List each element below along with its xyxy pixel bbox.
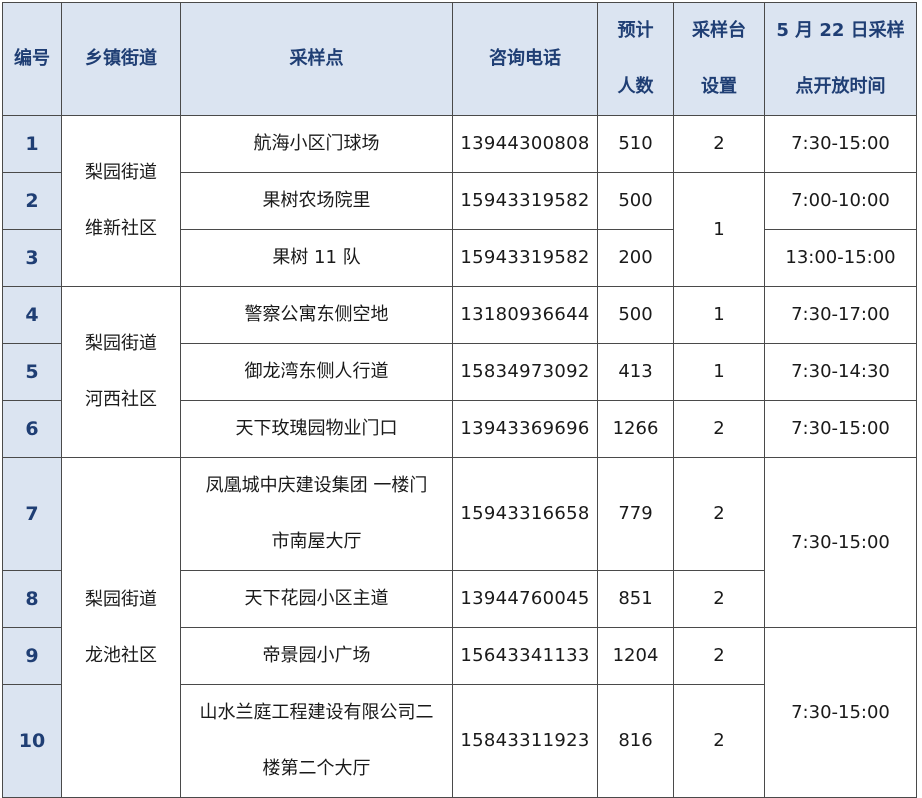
stations-cell: 2 (673, 570, 765, 628)
header-site: 采样点 (180, 2, 453, 116)
table-header-row: 编号 乡镇街道 采样点 咨询电话 预计 人数 采样台 设置 5 月 22 日采样… (2, 2, 917, 116)
row-id: 1 (2, 115, 62, 173)
expected-cell: 500 (597, 286, 674, 344)
street-cell: 梨园街道 龙池社区 (61, 457, 181, 798)
expected-cell: 510 (597, 115, 674, 173)
street-name: 梨园街道 (85, 333, 157, 354)
header-stations: 采样台 设置 (673, 2, 765, 116)
community-name: 维新社区 (85, 218, 157, 239)
row-id: 7 (2, 457, 62, 571)
stations-cell: 2 (673, 457, 765, 571)
site-cell: 凤凰城中庆建设集团 一楼门 市南屋大厅 (180, 457, 453, 571)
hours-cell: 7:30-15:00 (764, 400, 917, 458)
header-hours-line1: 5 月 22 日采样 (776, 20, 905, 41)
stations-cell: 2 (673, 115, 765, 173)
header-hours: 5 月 22 日采样 点开放时间 (764, 2, 917, 116)
table-row: 1 梨园街道 维新社区 航海小区门球场 13944300808 510 2 7:… (2, 115, 917, 287)
site-cell: 天下玫瑰园物业门口 (180, 400, 453, 458)
phone-cell: 13180936644 (452, 286, 598, 344)
phone-cell: 15943319582 (452, 229, 598, 287)
phone-cell: 15943316658 (452, 457, 598, 571)
site-line1: 山水兰庭工程建设有限公司二 (199, 702, 434, 723)
stations-cell: 2 (673, 684, 765, 798)
street-name: 梨园街道 (85, 588, 157, 610)
row-id: 9 (2, 627, 62, 685)
row-id: 2 (2, 172, 62, 230)
phone-cell: 15834973092 (452, 343, 598, 401)
stations-cell: 1 (673, 172, 765, 287)
expected-cell: 851 (597, 570, 674, 628)
hours-cell: 13:00-15:00 (764, 229, 917, 287)
expected-cell: 413 (597, 343, 674, 401)
site-cell: 帝景园小广场 (180, 627, 453, 685)
phone-cell: 15843311923 (452, 684, 598, 798)
row-id: 10 (2, 684, 62, 798)
street-name: 梨园街道 (85, 162, 157, 183)
street-cell: 梨园街道 维新社区 (61, 115, 181, 287)
expected-cell: 200 (597, 229, 674, 287)
header-phone: 咨询电话 (452, 2, 598, 116)
phone-cell: 13944300808 (452, 115, 598, 173)
stations-cell: 1 (673, 286, 765, 344)
header-expected-line2: 人数 (617, 76, 654, 97)
phone-cell: 13943369696 (452, 400, 598, 458)
community-name: 龙池社区 (85, 644, 157, 666)
hours-cell: 7:30-15:00 (764, 115, 917, 173)
stations-cell: 2 (673, 400, 765, 458)
street-cell: 梨园街道 河西社区 (61, 286, 181, 458)
row-id: 5 (2, 343, 62, 401)
hours-cell: 7:30-14:30 (764, 343, 917, 401)
site-cell: 山水兰庭工程建设有限公司二 楼第二个大厅 (180, 684, 453, 798)
site-cell: 航海小区门球场 (180, 115, 453, 173)
header-expected-line1: 预计 (617, 20, 654, 41)
hours-cell: 7:30-15:00 (764, 457, 917, 628)
row-id: 6 (2, 400, 62, 458)
community-name: 河西社区 (85, 389, 157, 410)
row-id: 3 (2, 229, 62, 287)
row-id: 8 (2, 570, 62, 628)
header-stations-line1: 采样台 (692, 20, 746, 41)
sampling-sites-table: 编号 乡镇街道 采样点 咨询电话 预计 人数 采样台 设置 5 月 22 日采样… (2, 2, 917, 798)
phone-cell: 15643341133 (452, 627, 598, 685)
stations-cell: 1 (673, 343, 765, 401)
header-hours-line2: 点开放时间 (795, 76, 886, 97)
site-line2: 市南屋大厅 (271, 531, 362, 552)
table-row: 4 梨园街道 河西社区 警察公寓东侧空地 13180936644 500 1 7… (2, 286, 917, 458)
expected-cell: 1204 (597, 627, 674, 685)
site-cell: 御龙湾东侧人行道 (180, 343, 453, 401)
hours-cell: 7:30-15:00 (764, 627, 917, 798)
site-cell: 天下花园小区主道 (180, 570, 453, 628)
stations-cell: 2 (673, 627, 765, 685)
expected-cell: 779 (597, 457, 674, 571)
hours-cell: 7:00-10:00 (764, 172, 917, 230)
expected-cell: 500 (597, 172, 674, 230)
header-expected: 预计 人数 (597, 2, 674, 116)
phone-cell: 15943319582 (452, 172, 598, 230)
table-row: 7 梨园街道 龙池社区 凤凰城中庆建设集团 一楼门 市南屋大厅 15943316… (2, 457, 917, 798)
expected-cell: 1266 (597, 400, 674, 458)
site-cell: 警察公寓东侧空地 (180, 286, 453, 344)
phone-cell: 13944760045 (452, 570, 598, 628)
expected-cell: 816 (597, 684, 674, 798)
site-line2: 楼第二个大厅 (262, 758, 371, 779)
site-cell: 果树农场院里 (180, 172, 453, 230)
site-cell: 果树 11 队 (180, 229, 453, 287)
header-id: 编号 (2, 2, 62, 116)
header-street: 乡镇街道 (61, 2, 181, 116)
hours-cell: 7:30-17:00 (764, 286, 917, 344)
site-line1: 凤凰城中庆建设集团 一楼门 (205, 475, 428, 496)
header-stations-line2: 设置 (701, 76, 737, 97)
row-id: 4 (2, 286, 62, 344)
